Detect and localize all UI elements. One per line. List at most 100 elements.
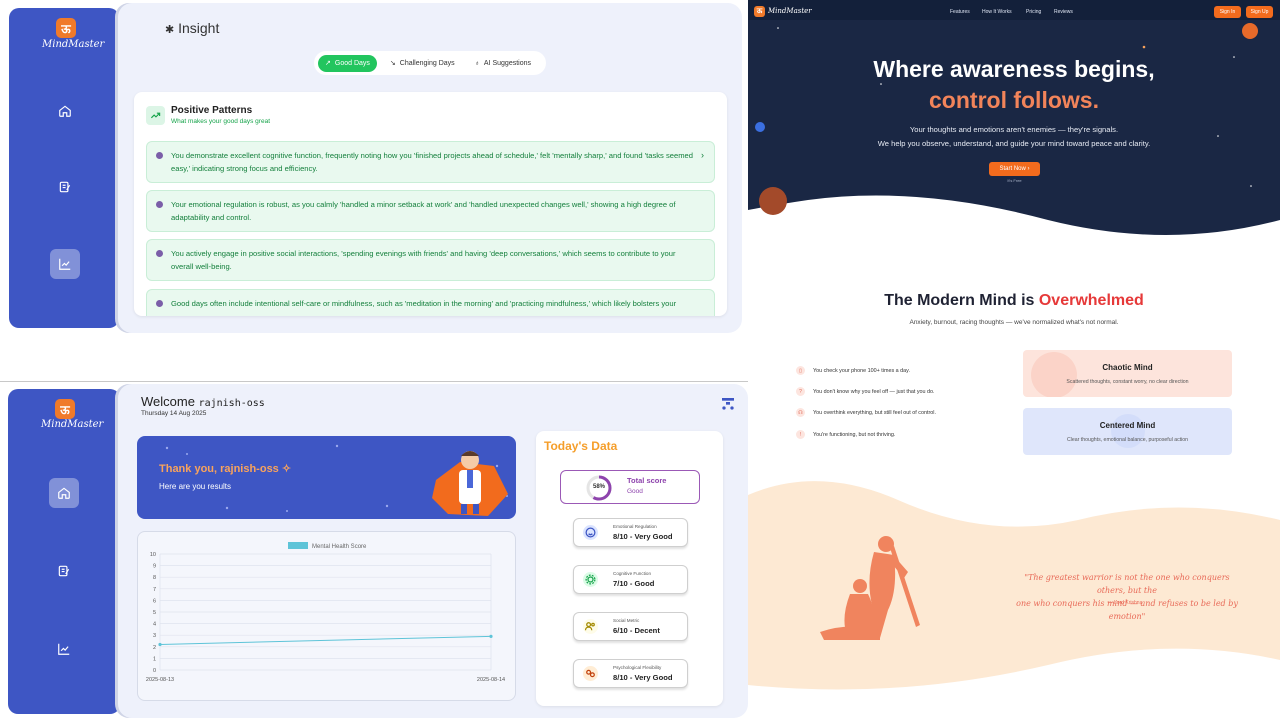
hero-heading-line1: Where awareness begins, <box>873 56 1155 82</box>
y-tick-label: 1 <box>153 656 156 662</box>
tab-challenging-days[interactable]: ↘ Challenging Days <box>383 55 462 72</box>
legend-label: Mental Health Score <box>312 544 367 550</box>
y-tick-label: 9 <box>153 564 156 570</box>
brand-logo-icon: ऊ <box>754 6 765 17</box>
y-tick-label: 6 <box>153 598 156 604</box>
section-heading: The Modern Mind is Overwhelmed <box>884 292 1144 309</box>
brand-logo-icon: ऊ <box>56 18 76 38</box>
card-subtitle: Scattered thoughts, constant worry, no c… <box>1066 379 1189 385</box>
metric-psychological-flexibility[interactable]: Psychological Flexibility 8/10 - Very Go… <box>573 659 688 688</box>
metric-label: Emotional Regulation <box>613 524 657 529</box>
sign-up-button[interactable]: Sign Up <box>1246 6 1273 18</box>
problem-item: ▯ You check your phone 100+ times a day. <box>796 366 910 375</box>
y-tick-label: 3 <box>153 633 156 639</box>
problem-item: ? You don't know why you feel off — just … <box>796 387 935 396</box>
nav-insight-icon[interactable] <box>49 634 79 664</box>
trend-up-icon <box>146 106 165 125</box>
nav-journal-icon[interactable] <box>49 556 79 586</box>
insight-sidebar: ऊ MindMaster <box>9 8 119 328</box>
current-date: Thursday 14 Aug 2025 <box>141 410 207 417</box>
metric-value: 6/10 - Decent <box>613 626 660 635</box>
tab-good-days[interactable]: ↗ Good Days <box>318 54 377 72</box>
card-title: Positive Patterns <box>171 105 253 116</box>
alert-icon: ! <box>796 430 805 439</box>
card-title: Centered Mind <box>1099 421 1156 430</box>
nav-insight-icon[interactable] <box>50 249 80 279</box>
y-tick-label: 2 <box>153 645 156 651</box>
tab-ai-suggestions[interactable]: ♁ AI Suggestions <box>468 55 538 72</box>
pattern-item[interactable]: You demonstrate excellent cognitive func… <box>146 141 715 183</box>
metric-cognitive-function[interactable]: Cognitive Function 7/10 - Good <box>573 565 688 594</box>
hero-text-line1: Your thoughts and emotions aren't enemie… <box>909 125 1119 134</box>
card-title: Chaotic Mind <box>1102 363 1153 372</box>
metric-label: Social Metric <box>613 618 640 623</box>
data-point <box>489 634 493 638</box>
data-point <box>158 642 162 647</box>
metric-emotional-regulation[interactable]: Emotional Regulation 8/10 - Very Good <box>573 518 688 547</box>
nav-home-icon[interactable] <box>49 478 79 508</box>
pattern-text: You demonstrate excellent cognitive func… <box>171 151 693 173</box>
series-line <box>159 635 492 645</box>
nav-home-icon[interactable] <box>50 96 80 126</box>
thanks-banner: Thank you, rajnish-oss ✧ Here are you re… <box>137 436 516 519</box>
brand-name: MindMaster <box>768 7 812 15</box>
blob-decoration <box>1031 352 1077 397</box>
welcome-heading: Welcome rajnish-oss <box>141 394 265 409</box>
doctor-illustration-icon <box>432 451 508 516</box>
x-tick-label: 2025-08-14 <box>477 677 505 683</box>
card-subtitle: Clear thoughts, emotional balance, purpo… <box>1066 437 1189 443</box>
bullet-dot <box>156 201 163 208</box>
total-score-label: Total score <box>627 476 667 485</box>
divider <box>0 381 748 382</box>
thanks-title: Thank you, rajnish-oss ✧ <box>159 463 292 475</box>
insight-tabs: ↗ Good Days ↘ Challenging Days ♁ AI Suggest… <box>314 51 546 75</box>
total-score-percent: 58% <box>592 484 605 490</box>
x-tick-label: 2025-08-13 <box>146 677 174 683</box>
nav-journal-icon[interactable] <box>50 172 80 202</box>
pattern-item[interactable]: You actively engage in positive social i… <box>146 239 715 281</box>
nav-link-reviews[interactable]: Reviews <box>1054 9 1073 15</box>
nav-link-how-it-works[interactable]: How It Works <box>982 9 1012 15</box>
filter-icon[interactable] <box>720 396 736 412</box>
pattern-text: Good days often include intentional self… <box>171 299 677 308</box>
start-now-button[interactable]: Start Now › <box>989 162 1040 176</box>
nav-link-pricing[interactable]: Pricing <box>1026 9 1041 15</box>
dashboard-sidebar: ऊ MindMaster <box>8 389 120 714</box>
metric-label: Cognitive Function <box>613 571 652 576</box>
line-chart: Mental Health Score 0 1 2 3 4 5 6 7 8 9 10 2025-08-1… <box>146 542 505 683</box>
thanks-subtitle: Here are you results <box>159 482 232 491</box>
brand-name: MindMaster <box>41 419 104 430</box>
trend-down-icon: ↘ <box>389 60 396 67</box>
bullet-dot <box>156 300 163 307</box>
y-tick-label: 10 <box>150 552 156 558</box>
y-tick-label: 8 <box>153 575 156 581</box>
total-score-status: Good <box>627 488 643 495</box>
chaotic-mind-card: Chaotic Mind Scattered thoughts, constan… <box>1023 350 1232 397</box>
metric-value: 8/10 - Very Good <box>613 532 673 541</box>
pattern-text: Your emotional regulation is robust, as … <box>171 200 676 222</box>
card-subtitle: What makes your good days great <box>171 118 270 125</box>
legend-swatch <box>288 542 308 549</box>
chevron-right-icon[interactable]: › <box>701 150 704 160</box>
brain-icon: ☊ <box>796 408 805 417</box>
y-tick-label: 4 <box>153 622 156 628</box>
sign-in-button[interactable]: Sign In <box>1214 6 1241 18</box>
pattern-item[interactable]: Your emotional regulation is robust, as … <box>146 190 715 232</box>
total-score-box: 58% Total score Good <box>560 470 700 504</box>
hero-text-line2: We help you observe, understand, and gui… <box>877 139 1151 148</box>
gear-icon <box>583 572 598 587</box>
y-tick-label: 7 <box>153 587 156 593</box>
arrow-right-icon: › <box>1027 166 1030 172</box>
card-title: Today's Data <box>544 439 618 453</box>
pattern-item[interactable]: Good days often include intentional self… <box>146 289 715 316</box>
positive-patterns-card: Positive Patterns What makes your good d… <box>134 92 727 316</box>
pattern-text: You actively engage in positive social i… <box>171 249 676 271</box>
metric-label: Psychological Flexibility <box>613 665 662 670</box>
brand-logo-icon: ऊ <box>55 399 75 419</box>
brand-name: MindMaster <box>42 39 105 50</box>
sparkle-icon: ✧ <box>281 463 292 475</box>
metric-value: 7/10 - Good <box>613 579 655 588</box>
metric-social[interactable]: Social Metric 6/10 - Decent <box>573 612 688 641</box>
users-icon <box>583 619 598 634</box>
nav-link-features[interactable]: Features <box>950 9 970 15</box>
